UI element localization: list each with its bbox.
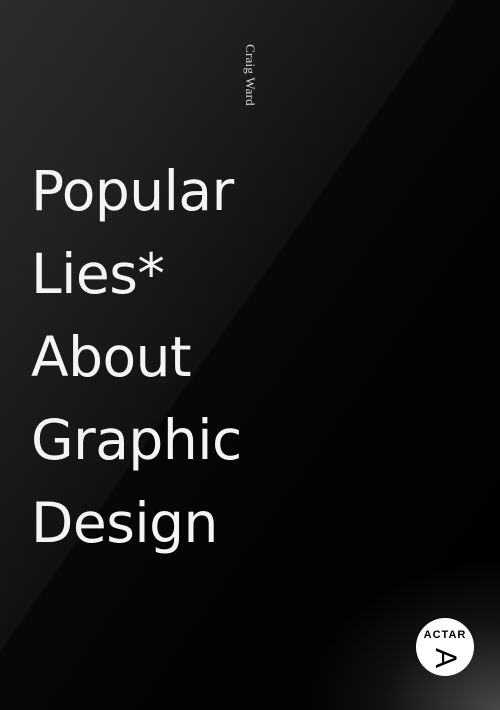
title-line-4: Graphic xyxy=(31,408,242,472)
title-line-1: Popular xyxy=(31,159,234,223)
title-line-5: Design xyxy=(31,491,218,555)
title-line-3: About xyxy=(31,325,192,389)
author-name: Craig Ward xyxy=(243,44,258,106)
book-cover: Craig Ward Popular Lies* About Graphic D… xyxy=(0,0,500,710)
publisher-logo-letter: A xyxy=(429,647,462,669)
publisher-logo: ACTAR A xyxy=(416,618,474,676)
publisher-name: ACTAR xyxy=(423,629,467,641)
book-title: Popular Lies* About Graphic Design xyxy=(31,150,242,565)
title-line-2: Lies* xyxy=(31,242,165,306)
